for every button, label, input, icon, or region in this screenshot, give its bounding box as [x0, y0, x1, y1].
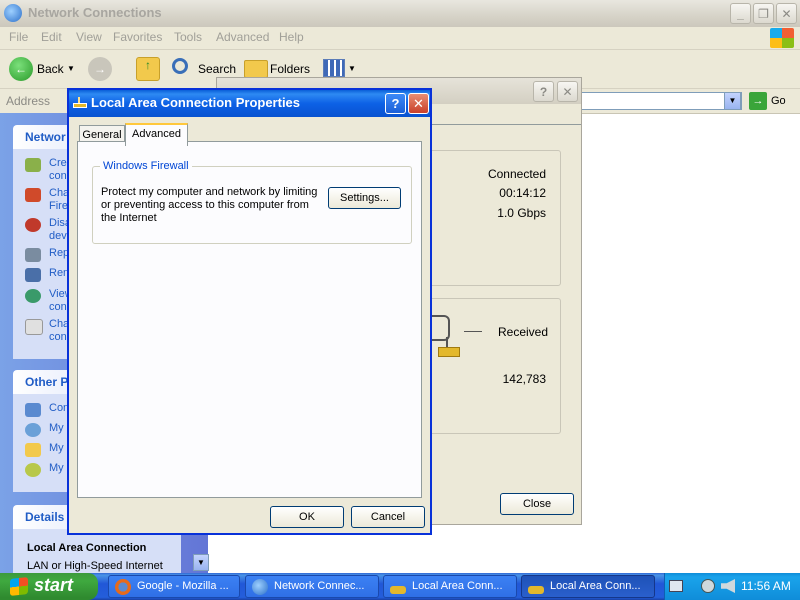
lan-icon — [390, 586, 406, 594]
network-places-icon — [25, 423, 41, 437]
create-connection-icon — [25, 158, 41, 172]
system-tray: 11:56 AM — [664, 573, 800, 600]
details-type: LAN or High-Speed Internet — [27, 560, 163, 572]
folders-button[interactable]: Folders — [270, 62, 310, 76]
views-dropdown-icon[interactable]: ▼ — [348, 64, 356, 73]
explorer-titlebar[interactable]: Network Connections _ ❐ ✕ — [0, 0, 800, 27]
up-folder-icon[interactable]: ↑ — [136, 57, 160, 81]
duration-value: 00:14:12 — [499, 186, 546, 200]
search-icon[interactable] — [172, 58, 188, 74]
details-pane: Local Area Connection LAN or High-Speed … — [13, 529, 181, 573]
taskbar-button-lan-status[interactable]: Local Area Conn... — [383, 575, 517, 598]
windows-flag-icon — [10, 577, 28, 596]
menu-help[interactable]: Help — [279, 30, 304, 44]
control-panel-icon — [25, 403, 41, 417]
received-bytes: 142,783 — [502, 372, 546, 386]
props-titlebar[interactable]: Local Area Connection Properties ? ✕ — [69, 90, 430, 117]
activity-group: Received 142,783 — [429, 298, 561, 434]
advanced-tab-panel: Windows Firewall Protect my computer and… — [77, 141, 422, 498]
windows-logo-icon — [770, 28, 794, 48]
status-close-button[interactable]: ✕ — [557, 81, 578, 102]
network-connections-icon — [4, 4, 22, 22]
settings-page-icon — [25, 319, 43, 335]
back-dropdown-icon[interactable]: ▼ — [67, 64, 75, 73]
firewall-group-label: Windows Firewall — [100, 160, 192, 172]
view-status-icon — [25, 289, 41, 303]
keyboard-icon[interactable] — [669, 580, 683, 592]
props-title: Local Area Connection Properties — [91, 95, 301, 110]
network-globe-icon — [252, 579, 268, 595]
minimize-button[interactable]: _ — [730, 3, 751, 24]
start-button[interactable]: start — [0, 573, 98, 600]
speaker-icon[interactable] — [721, 579, 735, 593]
firewall-settings-button[interactable]: Settings... — [328, 187, 401, 209]
computer-icon — [25, 463, 41, 477]
received-label: Received — [498, 325, 549, 339]
network-connection-icon — [73, 97, 87, 109]
restore-button[interactable]: ❐ — [753, 3, 774, 24]
menu-favorites[interactable]: Favorites — [113, 30, 162, 44]
menu-advanced[interactable]: Advanced — [216, 30, 269, 44]
lan-icon — [528, 586, 544, 594]
back-button[interactable]: Back — [37, 62, 64, 76]
ok-button[interactable]: OK — [270, 506, 344, 528]
start-label: start — [34, 575, 74, 595]
connection-group: Connected 00:14:12 1.0 Gbps — [429, 150, 561, 286]
address-label: Address — [6, 94, 51, 108]
taskbar-button-network-connections[interactable]: Network Connec... — [245, 575, 379, 598]
go-arrow-icon[interactable]: → — [749, 92, 767, 110]
cancel-button[interactable]: Cancel — [351, 506, 425, 528]
back-arrow-icon[interactable]: ← — [9, 57, 33, 81]
address-input[interactable] — [580, 92, 742, 110]
disable-icon — [25, 218, 41, 232]
taskbar-button-lan-properties[interactable]: Local Area Conn... — [521, 575, 655, 598]
menu-view[interactable]: View — [76, 30, 102, 44]
address-dropdown-icon[interactable]: ▼ — [724, 92, 741, 110]
forward-arrow-icon[interactable]: → — [88, 57, 112, 81]
props-help-button[interactable]: ? — [385, 93, 406, 114]
firewall-icon — [25, 188, 41, 202]
status-help-button[interactable]: ? — [533, 81, 554, 102]
tab-advanced[interactable]: Advanced — [125, 123, 188, 146]
menu-file[interactable]: File — [9, 30, 28, 44]
network-activity-icon — [432, 315, 460, 357]
taskbar-button-firefox[interactable]: Google - Mozilla ... — [108, 575, 240, 598]
details-name: Local Area Connection — [27, 542, 147, 554]
network-tray-icon[interactable] — [701, 579, 715, 593]
window-title: Network Connections — [28, 5, 162, 20]
views-icon[interactable] — [323, 59, 345, 77]
rename-icon — [25, 268, 41, 282]
scroll-down-icon[interactable]: ▼ — [193, 554, 209, 571]
search-button[interactable]: Search — [198, 62, 236, 76]
lan-properties-dialog: Local Area Connection Properties ? ✕ Gen… — [67, 88, 432, 535]
close-window-button[interactable]: ✕ — [776, 3, 797, 24]
clock: 11:56 AM — [741, 579, 791, 593]
firefox-icon — [115, 579, 131, 595]
menu-tools[interactable]: Tools — [174, 30, 202, 44]
menu-bar: File Edit View Favorites Tools Advanced … — [0, 27, 800, 50]
status-value: Connected — [487, 167, 546, 181]
firewall-description: Protect my computer and network by limit… — [101, 186, 318, 224]
documents-icon — [25, 443, 41, 457]
speed-value: 1.0 Gbps — [497, 206, 546, 220]
repair-icon — [25, 248, 41, 262]
menu-edit[interactable]: Edit — [41, 30, 62, 44]
props-close-button[interactable]: ✕ — [408, 93, 429, 114]
folders-icon[interactable] — [244, 60, 268, 78]
status-close-dialog-button[interactable]: Close — [500, 493, 574, 515]
activity-divider — [464, 331, 482, 332]
go-button[interactable]: Go — [771, 95, 786, 107]
